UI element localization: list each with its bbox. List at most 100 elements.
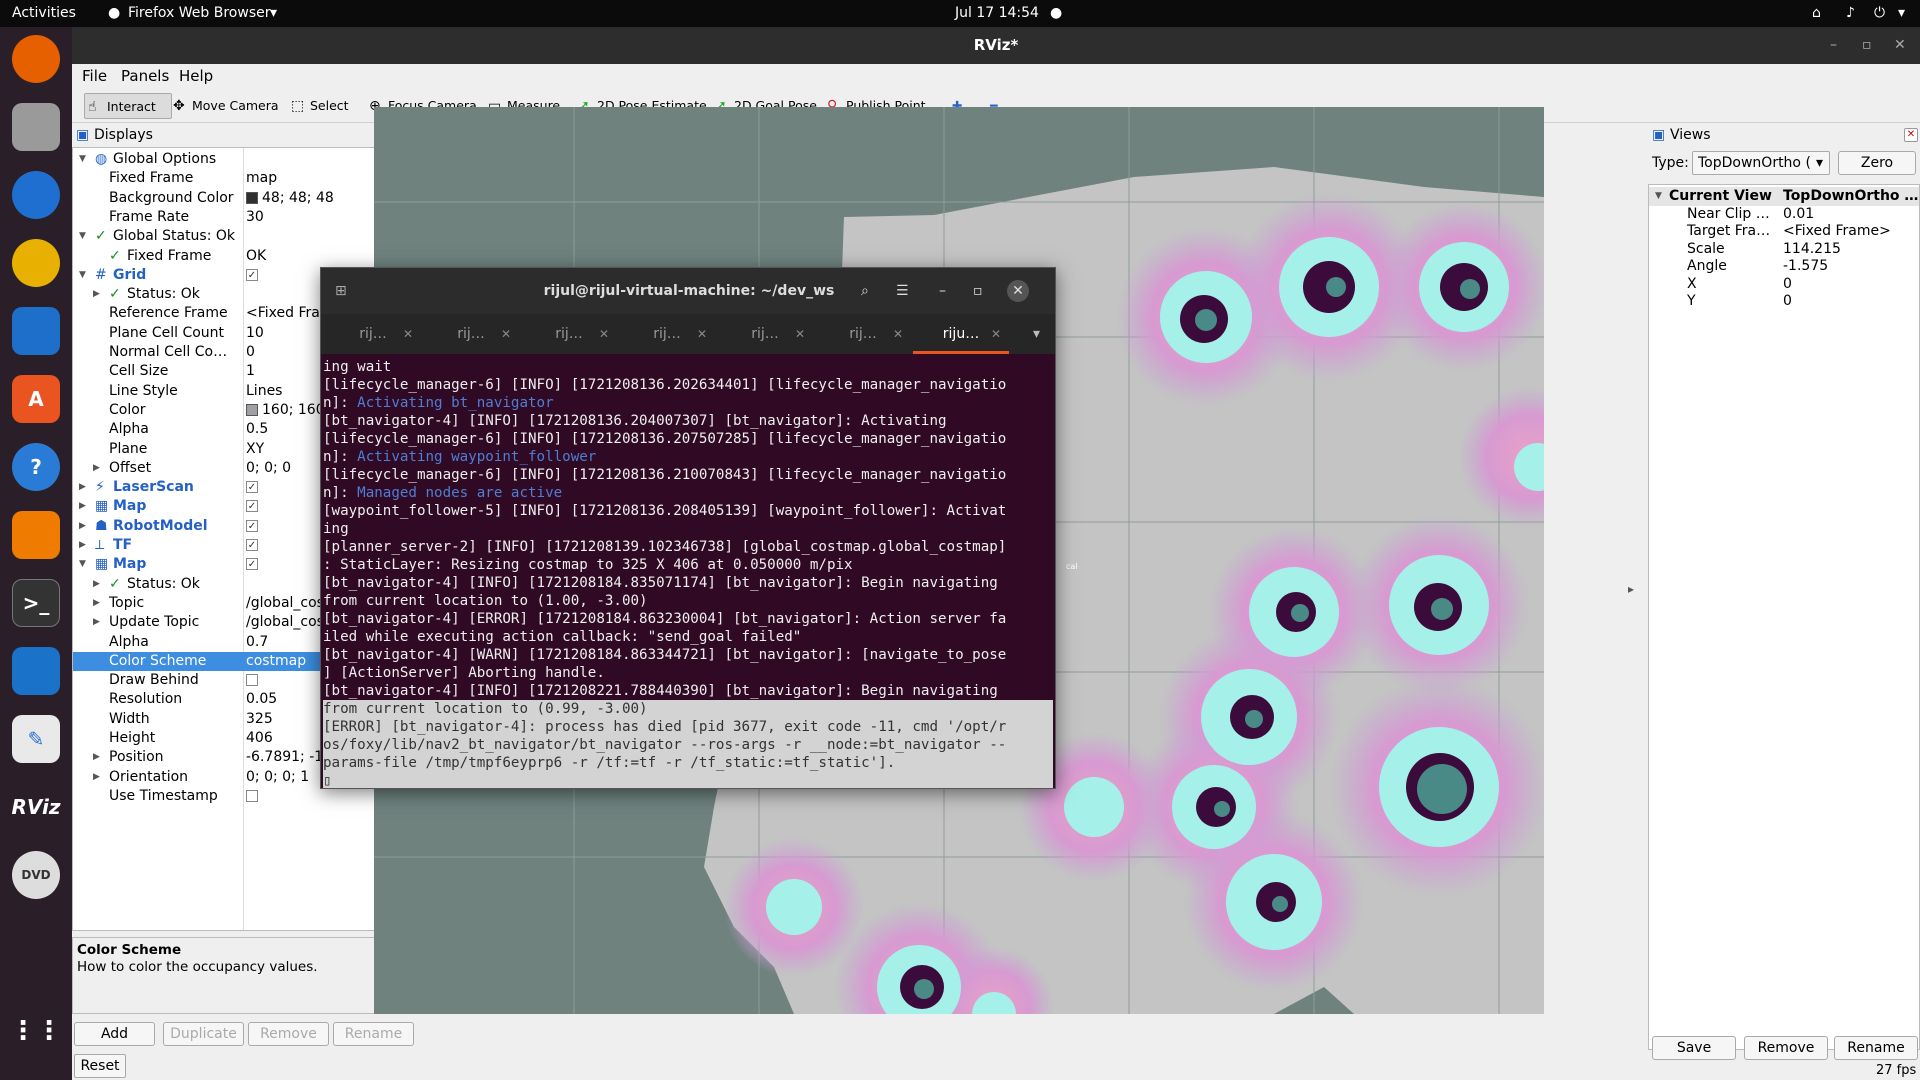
dvd-icon[interactable]: DVD [12, 851, 60, 899]
app-grid-icon[interactable]: ⋮⋮ [10, 1007, 62, 1055]
view-row[interactable]: Target Fra… <Fixed Frame> [1649, 222, 1919, 241]
collapse-arrow-icon[interactable]: ▶ [79, 517, 86, 536]
display-row-value[interactable] [246, 787, 258, 806]
checkbox-checked[interactable]: ✓ [246, 500, 258, 513]
terminal-icon[interactable]: >_ [12, 579, 60, 627]
display-row-value[interactable]: ✓ [246, 517, 258, 536]
rviz-icon[interactable]: RViz [11, 783, 60, 831]
view-row[interactable]: X0 [1649, 275, 1919, 294]
zero-button[interactable]: Zero [1838, 151, 1916, 175]
firefox-icon[interactable] [12, 35, 60, 83]
duplicate-button[interactable]: Duplicate [163, 1022, 244, 1046]
interact-tool[interactable]: ☝ Interact [84, 93, 172, 119]
close-panel-icon[interactable]: ✕ [1904, 128, 1918, 142]
display-row-value[interactable]: ✓ [246, 536, 258, 555]
view-row[interactable]: ▼ Current View TopDownOrtho … [1649, 187, 1919, 206]
checkbox-checked[interactable]: ✓ [246, 519, 258, 532]
collapse-arrow-icon[interactable]: ▶ [79, 536, 86, 555]
remove-view-button[interactable]: Remove [1744, 1036, 1828, 1060]
thunderbird-icon[interactable] [12, 171, 60, 219]
collapse-arrow-icon[interactable]: ▶ [93, 575, 100, 594]
network-icon[interactable]: ⌂ [1812, 5, 1821, 21]
terminal-tab[interactable]: rij… ✕ [325, 314, 421, 354]
view-row[interactable]: Scale 114.215 [1649, 240, 1919, 259]
select-tool[interactable]: ⬚ Select [288, 93, 355, 119]
expand-arrow-icon[interactable]: ▼ [79, 266, 86, 285]
display-row[interactable]: Use Timestamp [73, 787, 411, 806]
panel-collapse-arrow-icon[interactable]: ▸ [1628, 582, 1634, 596]
software-icon[interactable]: A [12, 375, 60, 423]
move-camera-tool[interactable]: ✥ Move Camera [170, 93, 285, 119]
tab-close-icon[interactable]: ✕ [991, 314, 1001, 354]
terminal-tab[interactable]: riju… ✕ [913, 314, 1009, 354]
checkbox-unchecked[interactable] [246, 674, 258, 687]
new-tab-icon[interactable]: ⊞ [335, 268, 347, 314]
terminal-tab[interactable]: rij… ✕ [619, 314, 715, 354]
checkbox-checked[interactable]: ✓ [246, 481, 258, 494]
collapse-arrow-icon[interactable]: ▶ [93, 768, 100, 787]
collapse-arrow-icon[interactable]: ▶ [93, 613, 100, 632]
display-row[interactable]: ▼ ✓ Global Status: Ok [73, 227, 411, 246]
menu-icon[interactable]: ☰ [896, 268, 909, 314]
collapse-arrow-icon[interactable]: ▶ [79, 497, 86, 516]
writer-icon[interactable] [12, 307, 60, 355]
vscode-icon[interactable] [12, 647, 60, 695]
checkbox-checked[interactable]: ✓ [246, 539, 258, 551]
tab-close-icon[interactable]: ✕ [893, 314, 903, 354]
activities-button[interactable]: Activities [12, 5, 76, 21]
collapse-arrow-icon[interactable]: ▶ [93, 594, 100, 613]
terminal-tab[interactable]: rij… ✕ [815, 314, 911, 354]
expand-arrow-icon[interactable]: ▼ [79, 555, 86, 574]
close-button[interactable]: ✕ [1007, 280, 1029, 302]
collapse-arrow-icon[interactable]: ▶ [93, 285, 100, 304]
terminal-tab[interactable]: rij… ✕ [423, 314, 519, 354]
display-row[interactable]: ▼ ◍ Global Options [73, 150, 411, 169]
display-row[interactable]: ✓ Fixed Frame OK [73, 247, 411, 266]
text-editor-icon[interactable]: ✎ [12, 715, 60, 763]
display-row-value[interactable]: ✓ [246, 497, 258, 516]
reset-button[interactable]: Reset [74, 1054, 126, 1078]
display-row-value[interactable]: ✓ [246, 266, 258, 285]
search-icon[interactable]: ⌕ [861, 268, 869, 314]
menu-help[interactable]: Help [179, 67, 213, 85]
files-icon[interactable] [12, 103, 60, 151]
chevron-down-icon[interactable]: ▾ [1033, 314, 1040, 354]
expand-arrow-icon[interactable]: ▼ [79, 227, 86, 246]
display-row[interactable]: Background Color 48; 48; 48 [73, 189, 411, 208]
rename-button[interactable]: Rename [333, 1022, 414, 1046]
display-row-value[interactable]: ✓ [246, 478, 258, 497]
help-icon[interactable]: ? [12, 443, 60, 491]
tab-close-icon[interactable]: ✕ [599, 314, 609, 354]
tab-close-icon[interactable]: ✕ [501, 314, 511, 354]
rename-view-button[interactable]: Rename [1834, 1036, 1918, 1060]
view-type-select[interactable]: TopDownOrtho (▾ [1692, 151, 1830, 175]
minimize-button[interactable]: – [939, 268, 946, 314]
view-row[interactable]: Y0 [1649, 292, 1919, 311]
tab-close-icon[interactable]: ✕ [795, 314, 805, 354]
maximize-button[interactable]: ▫ [973, 268, 983, 314]
terminal-tab[interactable]: rij… ✕ [521, 314, 617, 354]
ros-icon[interactable] [12, 511, 60, 559]
display-row[interactable]: Frame Rate 30 [73, 208, 411, 227]
collapse-arrow-icon[interactable]: ▶ [93, 748, 100, 767]
maximize-button[interactable]: ▫ [1862, 27, 1872, 64]
checkbox-checked[interactable]: ✓ [246, 558, 258, 571]
rhythmbox-icon[interactable] [12, 239, 60, 287]
tab-close-icon[interactable]: ✕ [403, 314, 413, 354]
minimize-button[interactable]: – [1830, 27, 1837, 64]
menu-panels[interactable]: Panels [121, 67, 169, 85]
save-view-button[interactable]: Save [1652, 1036, 1736, 1060]
tab-close-icon[interactable]: ✕ [697, 314, 707, 354]
remove-button[interactable]: Remove [248, 1022, 329, 1046]
view-row[interactable]: Near Clip … 0.01 [1649, 205, 1919, 224]
close-button[interactable]: ✕ [1894, 27, 1906, 64]
collapse-arrow-icon[interactable]: ▶ [93, 459, 100, 478]
display-row-value[interactable] [246, 671, 258, 690]
app-menu[interactable]: Firefox Web Browser [128, 5, 271, 21]
terminal-output[interactable]: ing wait [lifecycle_manager-6] [INFO] [17… [323, 358, 1053, 788]
clock[interactable]: Jul 17 14:54 [955, 5, 1039, 21]
volume-icon[interactable]: ♪ [1846, 5, 1855, 21]
expand-arrow-icon[interactable]: ▼ [1655, 187, 1662, 206]
checkbox-unchecked[interactable] [246, 789, 258, 802]
expand-arrow-icon[interactable]: ▼ [79, 150, 86, 169]
